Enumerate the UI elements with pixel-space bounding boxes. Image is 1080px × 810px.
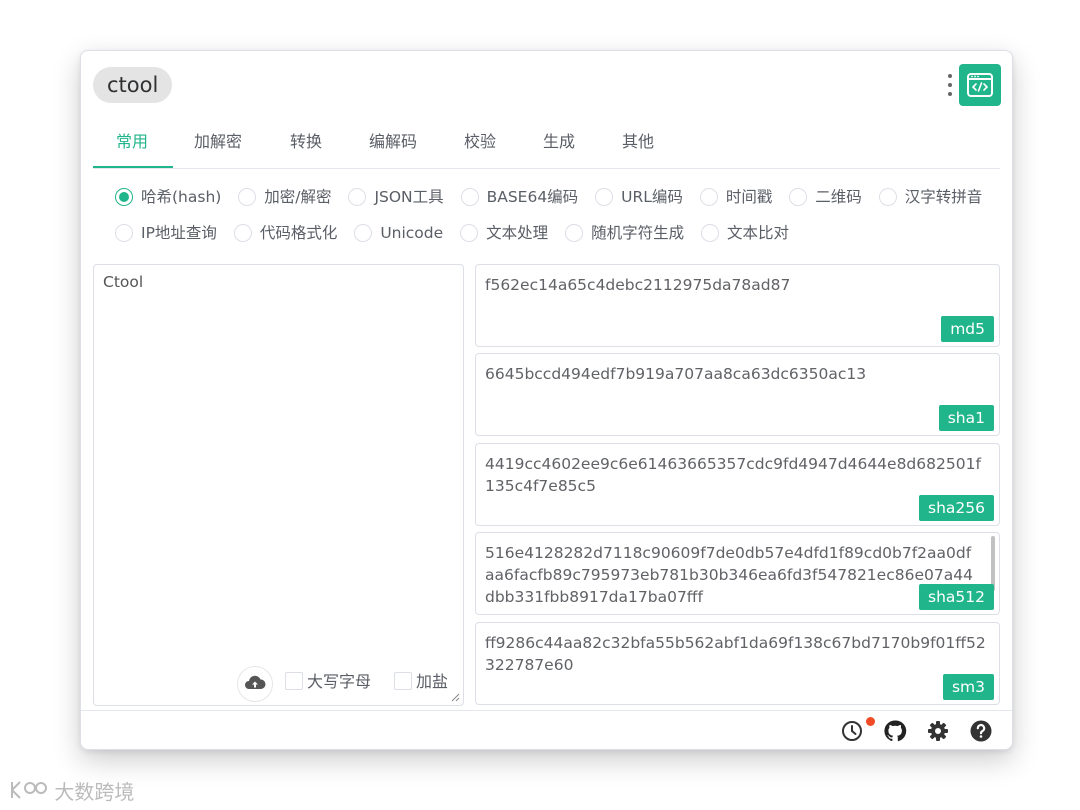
radio-label: Unicode [380,224,444,242]
radio-label: 时间戳 [725,188,773,206]
algo-badge-sha256: sha256 [919,495,994,521]
hash-value[interactable]: f562ec14a65c4debc2112975da78ad87 [485,274,990,296]
radio-label: IP地址查询 [141,224,217,242]
help-icon[interactable] [968,718,994,744]
checkbox-box[interactable] [394,672,412,690]
radio-random-string[interactable]: 随机字符生成 [565,221,684,245]
watermark-text: 大数跨境 [54,780,135,804]
settings-icon[interactable] [925,718,951,744]
sha1-output[interactable]: 6645bccd494edf7b919a707aa8ca63dc6350ac13… [475,353,1000,436]
hash-value[interactable]: 6645bccd494edf7b919a707aa8ca63dc6350ac13 [485,363,990,385]
radio-indicator[interactable] [348,188,367,206]
radio-encrypt[interactable]: 加密/解密 [238,185,332,209]
github-icon[interactable] [882,718,908,744]
radio-label: 文本比对 [727,224,790,242]
tab-encrypt-decrypt[interactable]: 加解密 [194,121,242,169]
radio-indicator[interactable] [701,224,720,242]
cloud-upload-icon [245,675,266,689]
app-title: ctool [93,67,173,103]
radio-indicator[interactable] [699,188,718,206]
resize-grip-icon[interactable] [450,692,460,702]
radio-indicator[interactable] [878,188,897,206]
active-tab-indicator [93,166,173,168]
md5-output[interactable]: f562ec14a65c4debc2112975da78ad87 md5 [475,264,1000,347]
radio-indicator[interactable] [233,224,252,242]
radio-base64[interactable]: BASE64编码 [460,185,579,209]
hash-value[interactable]: ff9286c44aa82c32bfa55b562abf1da69f138c67… [485,632,990,676]
tab-checksum[interactable]: 校验 [464,121,496,169]
radio-hash[interactable]: 哈希(hash) [115,185,221,209]
radio-pinyin[interactable]: 汉字转拼音 [878,185,983,209]
radio-indicator[interactable] [789,188,808,206]
footer-bar [81,710,1012,749]
salt-label: 加盐 [416,672,449,691]
tab-other[interactable]: 其他 [622,121,654,169]
hash-input-textarea[interactable]: Ctool 大写字母 加盐 [93,264,464,706]
algo-badge-md5: md5 [941,316,994,342]
notification-dot [866,717,875,726]
radio-indicator[interactable] [565,224,584,242]
scrollbar[interactable] [991,536,995,591]
radio-label: 二维码 [815,188,862,206]
sm3-output[interactable]: ff9286c44aa82c32bfa55b562abf1da69f138c67… [475,622,1000,705]
input-text[interactable]: Ctool [103,273,454,291]
radio-indicator[interactable] [115,224,133,242]
radio-indicator[interactable] [595,188,614,206]
tab-convert[interactable]: 转换 [290,121,322,169]
hash-value[interactable]: 4419cc4602ee9c6e61463665357cdc9fd4947d46… [485,453,990,497]
more-menu-icon[interactable] [946,71,954,99]
radio-text-diff[interactable]: 文本比对 [701,221,789,245]
radio-indicator[interactable] [460,188,479,206]
tab-common[interactable]: 常用 [116,121,148,169]
checkbox-box[interactable] [285,672,303,690]
radio-label: 汉字转拼音 [904,188,983,206]
radio-text-process[interactable]: 文本处理 [460,221,548,245]
radio-label: BASE64编码 [486,188,579,206]
sha512-output[interactable]: 516e4128282d7118c90609f7de0db57e4dfd1f89… [475,532,1000,615]
code-window-icon[interactable] [959,64,1001,106]
radio-label: 文本处理 [486,224,549,242]
radio-unicode[interactable]: Unicode [354,221,443,245]
radio-code-format[interactable]: 代码格式化 [233,221,338,245]
radio-ip-lookup[interactable]: IP地址查询 [115,221,217,245]
watermark: 大数跨境 [8,776,134,806]
uppercase-checkbox[interactable]: 大写字母 [285,669,371,695]
tool-radio-row-2: IP地址查询 代码格式化 Unicode 文本处理 随机字符生成 文本比对 [115,221,801,245]
history-icon[interactable] [839,718,865,744]
radio-label: JSON工具 [374,188,444,206]
radio-label: 随机字符生成 [591,224,685,242]
algo-badge-sm3: sm3 [942,674,994,700]
radio-indicator[interactable] [115,188,133,206]
radio-json[interactable]: JSON工具 [348,185,444,209]
radio-label: 代码格式化 [259,224,338,242]
sha256-output[interactable]: 4419cc4602ee9c6e61463665357cdc9fd4947d46… [475,443,1000,526]
tool-radio-row-1: 哈希(hash) 加密/解密 JSON工具 BASE64编码 URL编码 时间戳… [115,185,994,209]
salt-checkbox[interactable]: 加盐 [394,669,448,695]
category-tabs: 常用 加解密 转换 编解码 校验 生成 其他 [93,121,1000,169]
uppercase-label: 大写字母 [307,672,372,691]
tab-generate[interactable]: 生成 [543,121,575,169]
radio-label: 加密/解密 [264,188,332,206]
radio-label: URL编码 [621,188,683,206]
radio-qrcode[interactable]: 二维码 [789,185,862,209]
algo-badge-sha512: sha512 [919,584,994,610]
watermark-logo-icon [11,781,47,799]
radio-indicator[interactable] [460,224,479,242]
upload-button[interactable] [237,666,273,702]
radio-label: 哈希(hash) [141,188,222,206]
radio-url[interactable]: URL编码 [595,185,683,209]
tab-encode-decode[interactable]: 编解码 [369,121,417,169]
radio-indicator[interactable] [238,188,257,206]
hash-value[interactable]: 516e4128282d7118c90609f7de0db57e4dfd1f89… [485,542,979,608]
app-window: ctool 常用 加解密 转换 编解码 校验 生成 其他 哈希(hash) 加密… [80,50,1013,750]
radio-timestamp[interactable]: 时间戳 [699,185,773,209]
algo-badge-sha1: sha1 [938,405,994,431]
radio-indicator[interactable] [354,224,373,242]
